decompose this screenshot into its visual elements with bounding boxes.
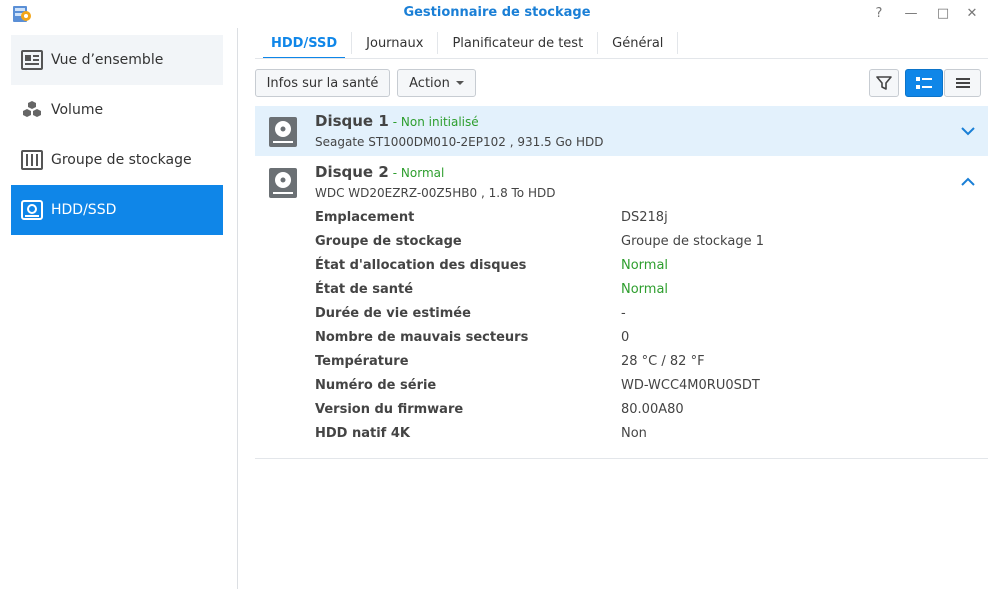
close-button[interactable]: ✕ [962,4,982,24]
property-value: 0 [621,330,630,345]
property-label: Version du firmware [315,402,464,417]
sidebar-item-label: Vue d’ensemble [51,52,164,68]
minimize-button[interactable]: — [901,4,921,24]
tab-bar: HDD/SSD Journaux Planificateur de test G… [257,28,679,59]
property-label: HDD natif 4K [315,426,410,441]
property-label: Durée de vie estimée [315,306,471,321]
property-row: Nombre de mauvais secteurs 0 [315,330,975,350]
tabs-underline [255,58,988,59]
property-row: Numéro de série WD-WCC4M0RU0SDT [315,378,975,398]
disk-icon [269,117,297,147]
property-value: DS218j [621,210,668,225]
disk-title: Disque 1 [315,112,389,130]
sidebar: Vue d’ensemble Volume Groupe de stockage [0,28,238,589]
property-row: Température 28 °C / 82 °F [315,354,975,374]
property-value: Non [621,426,647,441]
help-button[interactable]: ? [869,4,889,24]
chevron-down-icon[interactable] [959,122,977,140]
property-row: Version du firmware 80.00A80 [315,402,975,422]
property-row: Durée de vie estimée - [315,306,975,326]
action-label: Action [409,75,450,91]
sidebar-item-overview[interactable]: Vue d’ensemble [11,35,223,85]
tab-hdd-ssd[interactable]: HDD/SSD [257,28,351,59]
property-label: Température [315,354,409,369]
tab-logs[interactable]: Journaux [352,28,437,58]
sidebar-item-volume[interactable]: Volume [11,85,223,135]
property-label: État de santé [315,282,414,297]
property-label: État d'allocation des disques [315,258,527,273]
property-row: État d'allocation des disques Normal [315,258,975,278]
property-value: Groupe de stockage 1 [621,234,764,249]
overview-icon [21,49,43,71]
list-view-button[interactable] [905,69,943,97]
property-row: Emplacement DS218j [315,210,975,230]
property-value: Normal [621,258,669,273]
disk-row-1[interactable]: Disque 1- Non initialisé Seagate ST1000D… [255,106,988,156]
tab-general[interactable]: Général [598,28,677,58]
disk-name: Disque 2- Normal [315,163,444,181]
sidebar-item-label: Volume [51,102,104,118]
title-bar: Gestionnaire de stockage ? — □ ✕ [0,0,994,28]
property-value: Normal [621,282,669,297]
tab-test-scheduler[interactable]: Planificateur de test [438,28,597,58]
action-dropdown-button[interactable]: Action [397,69,476,97]
filter-button[interactable] [869,69,899,97]
property-row: HDD natif 4K Non [315,426,975,446]
property-value: - [621,306,626,321]
sidebar-item-label: Groupe de stockage [51,152,192,168]
window-title: Gestionnaire de stockage [403,5,591,20]
property-row: Groupe de stockage Groupe de stockage 1 [315,234,975,254]
property-label: Numéro de série [315,378,437,393]
property-value: WD-WCC4M0RU0SDT [621,378,760,393]
sidebar-item-hdd-ssd[interactable]: HDD/SSD [11,185,223,235]
disk-title: Disque 2 [315,163,389,181]
tab-divider [677,32,679,54]
disk-model: Seagate ST1000DM010-2EP102 , 931.5 Go HD… [315,135,604,149]
disk-status: - Non initialisé [392,115,479,129]
health-info-button[interactable]: Infos sur la santé [255,69,390,97]
property-value: 80.00A80 [621,402,684,417]
detail-view-button[interactable] [944,69,981,97]
volume-cubes-icon [21,99,43,121]
disk-model: WDC WD20EZRZ-00Z5HB0 , 1.8 To HDD [315,186,556,200]
disk-status: - Normal [392,166,445,180]
sidebar-item-label: HDD/SSD [51,202,117,218]
filter-icon [876,76,892,90]
property-label: Nombre de mauvais secteurs [315,330,529,345]
hdd-icon [21,199,43,221]
property-row: État de santé Normal [315,282,975,302]
disk-row-2[interactable]: Disque 2- Normal WDC WD20EZRZ-00Z5HB0 , … [255,157,988,459]
property-label: Groupe de stockage [315,234,462,249]
storage-pool-icon [21,149,43,171]
chevron-up-icon[interactable] [959,173,977,191]
property-label: Emplacement [315,210,415,225]
menu-lines-icon [955,78,970,88]
caret-down-icon [455,81,464,85]
property-value: 28 °C / 82 °F [621,354,705,369]
sidebar-item-storage-pool[interactable]: Groupe de stockage [11,135,223,185]
disk-name: Disque 1- Non initialisé [315,112,479,130]
list-view-icon [916,77,932,89]
maximize-button[interactable]: □ [933,4,953,24]
disk-icon [269,168,297,198]
